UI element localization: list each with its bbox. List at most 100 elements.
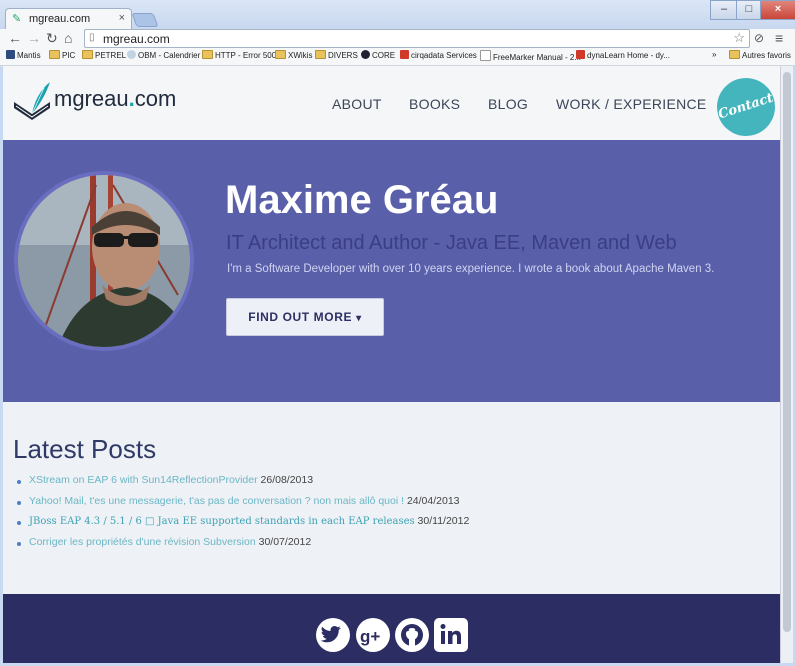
logo-text-tld: com <box>134 86 177 111</box>
bullet-icon <box>17 480 21 484</box>
forward-arrow-icon[interactable]: → <box>27 30 41 46</box>
nav-work-experience[interactable]: WORK / EXPERIENCE <box>556 96 707 112</box>
title-bar: ✎ mgreau.com × – □ × <box>0 0 795 31</box>
bookmark-item[interactable]: DIVERS <box>315 50 358 60</box>
bookmark-label: DIVERS <box>328 51 358 60</box>
back-arrow-icon[interactable]: ← <box>8 30 22 46</box>
contact-button[interactable]: Contact <box>709 70 780 144</box>
menu-icon[interactable]: ≡ <box>775 30 783 46</box>
cta-label: FIND OUT MORE <box>248 310 353 324</box>
folder-icon <box>729 50 740 59</box>
tab-close-icon[interactable]: × <box>119 12 125 24</box>
avatar <box>14 171 194 351</box>
address-bar[interactable]: ▯ mgreau.com ☆ <box>84 29 750 48</box>
folder-icon <box>82 50 93 59</box>
quill-book-logo-icon[interactable] <box>12 80 52 128</box>
post-date: 30/07/2012 <box>255 535 312 548</box>
list-item: Yahoo! Mail, t'es une messagerie, t'as p… <box>17 494 469 516</box>
profile-photo <box>18 175 190 347</box>
site-header: mgreau.com ABOUT BOOKS BLOG WORK / EXPER… <box>3 66 780 144</box>
bookmark-label: CORE <box>372 51 396 60</box>
post-date: 26/08/2013 <box>257 474 314 486</box>
bookmark-label: Autres favoris <box>742 51 791 60</box>
tab-title: mgreau.com <box>29 13 91 25</box>
nav-blog[interactable]: BLOG <box>488 96 528 112</box>
close-window-button[interactable]: × <box>760 0 795 20</box>
bookmark-label: Mantis <box>17 51 41 60</box>
bookmark-item[interactable]: CORE <box>361 50 395 60</box>
bookmark-label: PETREL <box>95 51 127 60</box>
bookmark-label: HTTP - Error 500 <box>215 51 277 60</box>
browser-tab[interactable]: ✎ mgreau.com × <box>5 8 132 31</box>
logo-text-main: mgreau <box>54 86 129 111</box>
bookmark-item[interactable]: PIC <box>49 50 75 60</box>
page-viewport: mgreau.com ABOUT BOOKS BLOG WORK / EXPER… <box>3 66 780 663</box>
post-date: 24/04/2013 <box>404 494 460 507</box>
bookmark-label: XWikis <box>288 51 313 60</box>
bookmark-label: OBM - Calendrier <box>138 51 201 60</box>
hero-bio: I'm a Software Developer with over 10 ye… <box>227 263 715 275</box>
site-footer: g+ <box>3 594 780 663</box>
browser-window: ✎ mgreau.com × – □ × ← → ↻ ⌂ ▯ mgreau.co… <box>0 0 795 666</box>
bullet-icon <box>17 541 21 546</box>
folder-icon <box>202 50 213 59</box>
post-link[interactable]: Corriger les propriétés d'une révision S… <box>29 536 256 548</box>
bookmark-label: PIC <box>62 51 76 60</box>
list-item: JBoss EAP 4.3 / 5.1 / 6 □ Java EE suppor… <box>17 515 470 536</box>
bookmark-label: cirqadata Services <box>411 51 477 60</box>
address-url[interactable]: mgreau.com <box>103 32 170 46</box>
site-logo-text[interactable]: mgreau.com <box>54 86 176 112</box>
cloud-icon <box>127 50 136 59</box>
cirqadata-icon <box>400 50 409 59</box>
site-favicon-icon: ✎ <box>12 13 22 25</box>
list-item: Corriger les propriétés d'une révision S… <box>17 535 469 557</box>
bookmark-item[interactable]: Mantis <box>6 50 41 60</box>
bullet-icon <box>17 500 21 505</box>
bookmark-item[interactable]: Autres favoris <box>729 50 791 60</box>
hero-section: Maxime Gréau IT Architect and Author - J… <box>3 140 780 402</box>
bookmarks-overflow-button[interactable]: » <box>712 50 716 59</box>
bookmark-item[interactable]: dynaLearn Home - dy... <box>576 50 670 60</box>
home-icon[interactable]: ⌂ <box>64 30 72 46</box>
google-plus-icon[interactable]: g+ <box>356 618 390 652</box>
github-icon[interactable] <box>395 618 429 652</box>
folder-icon <box>275 50 286 59</box>
chevron-down-icon: ▾ <box>356 313 362 324</box>
bullet-icon <box>17 521 21 525</box>
bookmark-item[interactable]: OBM - Calendrier <box>127 50 200 60</box>
linkedin-icon[interactable] <box>434 618 468 652</box>
folder-icon <box>49 50 60 59</box>
bookmark-label: FreeMarker Manual - 2... <box>493 53 582 62</box>
folder-icon <box>315 50 326 59</box>
hero-title: IT Architect and Author - Java EE, Maven… <box>226 232 677 254</box>
post-link[interactable]: Yahoo! Mail, t'es une messagerie, t'as p… <box>29 495 404 507</box>
new-tab-button[interactable] <box>131 13 159 27</box>
maximize-button[interactable]: □ <box>736 0 762 20</box>
page-icon: ▯ <box>89 32 95 43</box>
bookmark-star-icon[interactable]: ☆ <box>733 30 745 46</box>
bookmark-item[interactable]: HTTP - Error 500 <box>202 50 276 60</box>
post-date: 30/11/2012 <box>414 515 470 527</box>
dynalearn-icon <box>576 50 585 59</box>
reload-icon[interactable]: ↻ <box>46 30 58 46</box>
minimize-button[interactable]: – <box>710 0 738 20</box>
find-out-more-button[interactable]: FIND OUT MORE ▾ <box>226 298 384 336</box>
extension-icon[interactable]: ⊘ <box>754 30 764 46</box>
nav-books[interactable]: BOOKS <box>409 96 460 112</box>
bookmarks-bar: Mantis PIC PETREL OBM - Calendrier HTTP … <box>0 48 795 66</box>
nav-about[interactable]: ABOUT <box>332 96 382 112</box>
bookmark-item[interactable]: FreeMarker Manual - 2... <box>480 50 581 62</box>
post-link[interactable]: XStream on EAP 6 with Sun14ReflectionPro… <box>29 474 258 486</box>
hero-name: Maxime Gréau <box>225 178 499 222</box>
twitter-icon[interactable] <box>316 618 350 652</box>
mantis-icon <box>6 50 15 59</box>
latest-posts-heading: Latest Posts <box>13 434 157 464</box>
bookmark-item[interactable]: PETREL <box>82 50 126 60</box>
svg-text:g+: g+ <box>360 627 380 646</box>
post-link[interactable]: JBoss EAP 4.3 / 5.1 / 6 □ Java EE suppor… <box>29 516 415 527</box>
bookmark-item[interactable]: cirqadata Services <box>400 50 477 60</box>
list-item: XStream on EAP 6 with Sun14ReflectionPro… <box>17 474 469 495</box>
vertical-scrollbar[interactable] <box>780 66 793 663</box>
scrollbar-thumb[interactable] <box>783 72 791 632</box>
bookmark-item[interactable]: XWikis <box>275 50 312 60</box>
